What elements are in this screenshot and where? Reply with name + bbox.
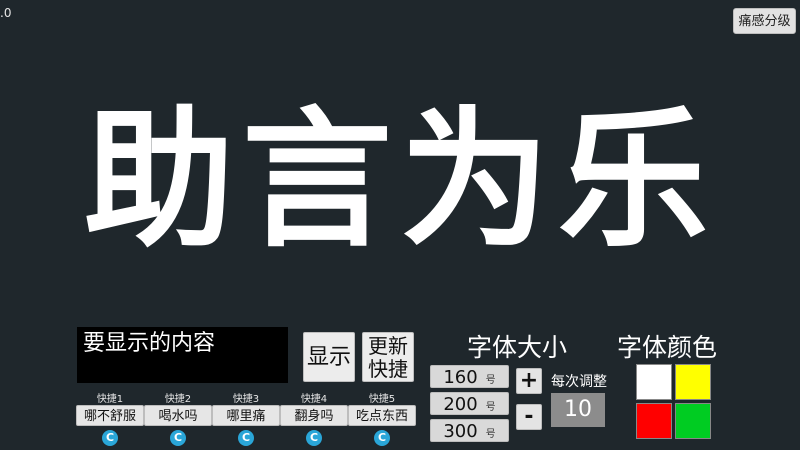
quick-label-1: 快捷1	[96, 394, 124, 405]
content-input[interactable]: 要显示的内容	[77, 327, 288, 383]
update-quick-button-label: 更新 快捷	[368, 334, 408, 381]
refresh-icon[interactable]: C	[374, 430, 390, 446]
display-text: 助言为乐	[83, 94, 716, 268]
font-size-preset-200[interactable]: 200 号	[430, 392, 509, 415]
font-color-title: 字体颜色	[617, 333, 718, 362]
show-button[interactable]: 显示	[303, 332, 355, 382]
preset-unit: 号	[485, 429, 496, 440]
quick-label-2: 快捷2	[164, 394, 192, 405]
quick-label-3: 快捷3	[232, 394, 260, 405]
preset-value: 160	[443, 367, 478, 388]
quick-button-1[interactable]: 哪不舒服	[76, 405, 144, 426]
color-swatch-red[interactable]	[636, 403, 672, 439]
font-size-preset-160[interactable]: 160 号	[430, 365, 509, 388]
font-size-decrease-button[interactable]: -	[516, 404, 542, 430]
refresh-icon[interactable]: C	[238, 430, 254, 446]
quick-label-5: 快捷5	[368, 394, 396, 405]
quick-label-4: 快捷4	[300, 394, 328, 405]
corner-text: .0	[0, 6, 12, 20]
font-size-title: 字体大小	[467, 333, 568, 362]
refresh-icon[interactable]: C	[170, 430, 186, 446]
step-value-field[interactable]: 10	[551, 393, 605, 427]
font-size-preset-300[interactable]: 300 号	[430, 419, 509, 442]
preset-unit: 号	[485, 402, 496, 413]
quick-button-2[interactable]: 喝水吗	[144, 405, 212, 426]
pain-grade-button[interactable]: 痛感分级	[733, 8, 796, 34]
color-swatch-yellow[interactable]	[675, 364, 711, 400]
color-swatch-white[interactable]	[636, 364, 672, 400]
refresh-icon[interactable]: C	[102, 430, 118, 446]
preset-value: 200	[443, 394, 478, 415]
refresh-icon[interactable]: C	[306, 430, 322, 446]
quick-button-4[interactable]: 翻身吗	[280, 405, 348, 426]
color-swatch-green[interactable]	[675, 403, 711, 439]
font-size-increase-button[interactable]: +	[516, 368, 542, 394]
step-label: 每次调整	[551, 374, 607, 390]
preset-unit: 号	[485, 375, 496, 386]
quick-button-5[interactable]: 吃点东西	[348, 405, 416, 426]
app-screen: .0 痛感分级 助言为乐 要显示的内容 显示 更新 快捷 快捷1 快捷2 快捷3…	[0, 0, 800, 450]
preset-value: 300	[443, 421, 478, 442]
update-quick-button[interactable]: 更新 快捷	[362, 332, 414, 382]
quick-button-3[interactable]: 哪里痛	[212, 405, 280, 426]
